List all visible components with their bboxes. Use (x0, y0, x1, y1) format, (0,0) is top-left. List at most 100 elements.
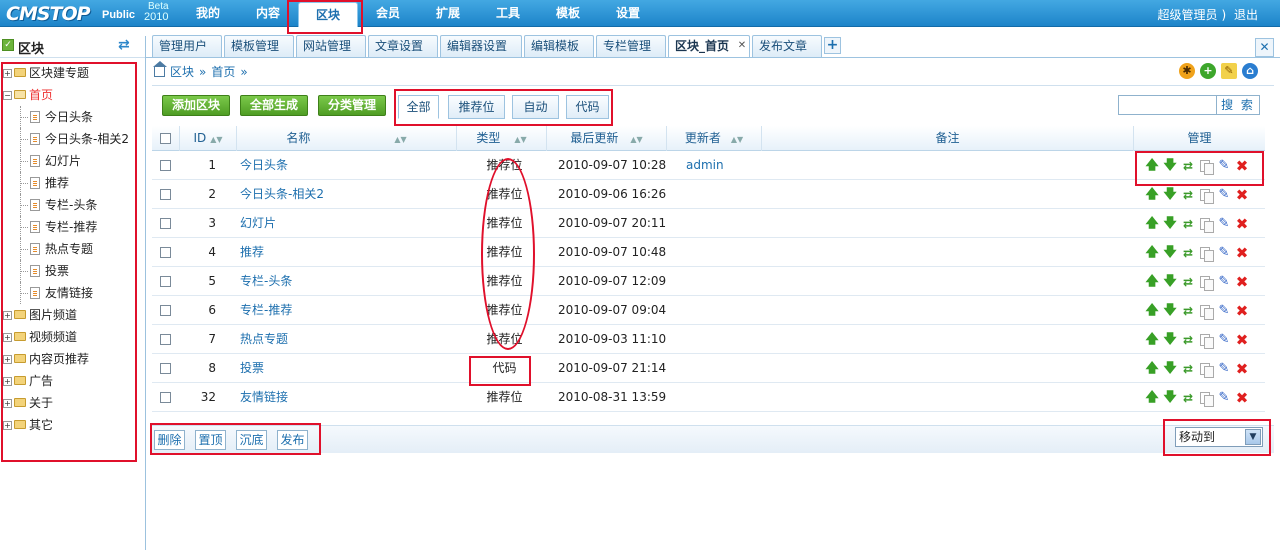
expand-icon[interactable]: + (3, 311, 12, 320)
nav-block[interactable]: 区块 (298, 2, 358, 27)
publish-button[interactable]: 发布 (277, 430, 308, 450)
nav-tools[interactable]: 工具 (478, 0, 538, 27)
tab-column-manage[interactable]: 专栏管理 (596, 35, 666, 58)
arrow-down-icon[interactable]: 🡇 (1162, 274, 1178, 290)
tree-folder[interactable]: + 关于 (0, 392, 146, 414)
nav-my[interactable]: 我的 (178, 0, 238, 27)
arrow-up-icon[interactable]: 🡅 (1144, 390, 1160, 406)
home-circle-icon[interactable]: ⌂ (1242, 63, 1258, 79)
tree-leaf[interactable]: 专栏-推荐 (0, 216, 146, 238)
edit-icon[interactable]: ✎ (1216, 216, 1232, 232)
delete-button[interactable]: 删除 (154, 430, 185, 450)
breadcrumb-block[interactable]: 区块 (170, 65, 194, 79)
tab-template-manage[interactable]: 模板管理 (224, 35, 294, 58)
delete-icon[interactable]: ✖ (1234, 216, 1250, 232)
sink-bottom-button[interactable]: 沉底 (236, 430, 267, 450)
expand-icon[interactable]: + (3, 421, 12, 430)
expand-icon[interactable]: + (3, 355, 12, 364)
row-name-link[interactable]: 专栏-头条 (240, 267, 292, 296)
copy-icon[interactable] (1198, 187, 1214, 204)
copy-icon[interactable] (1198, 274, 1214, 291)
note-icon[interactable]: ✎ (1221, 63, 1237, 79)
close-tabs-icon[interactable]: ✕ (1255, 38, 1274, 57)
col-updater[interactable]: 更新者 ▲▼ (667, 126, 762, 151)
row-checkbox[interactable] (160, 160, 171, 171)
refresh-icon[interactable]: ⇄ (1180, 158, 1196, 174)
delete-icon[interactable]: ✖ (1234, 187, 1250, 203)
filter-all[interactable]: 全部 (398, 95, 439, 119)
copy-icon[interactable] (1198, 303, 1214, 320)
nav-extend[interactable]: 扩展 (418, 0, 478, 27)
filter-recommend[interactable]: 推荐位 (448, 95, 505, 119)
tree-leaf[interactable]: 幻灯片 (0, 150, 146, 172)
arrow-down-icon[interactable]: 🡇 (1162, 158, 1178, 174)
edit-icon[interactable]: ✎ (1216, 361, 1232, 377)
delete-icon[interactable]: ✖ (1234, 361, 1250, 377)
row-checkbox[interactable] (160, 305, 171, 316)
tab-edit-template[interactable]: 编辑模板 (524, 35, 594, 58)
delete-icon[interactable]: ✖ (1234, 274, 1250, 290)
expand-icon[interactable]: + (3, 333, 12, 342)
row-name-link[interactable]: 今日头条-相关2 (240, 180, 324, 209)
tab-manage-users[interactable]: 管理用户 (152, 35, 222, 58)
tree-folder[interactable]: + 图片频道 (0, 304, 146, 326)
nav-content[interactable]: 内容 (238, 0, 298, 27)
row-checkbox[interactable] (160, 189, 171, 200)
tab-editor-settings[interactable]: 编辑器设置 (440, 35, 522, 58)
row-updater[interactable]: admin (686, 151, 724, 180)
row-checkbox[interactable] (160, 218, 171, 229)
refresh-icon[interactable]: ⇄ (1180, 216, 1196, 232)
copy-icon[interactable] (1198, 361, 1214, 378)
row-name-link[interactable]: 幻灯片 (240, 209, 276, 238)
nav-member[interactable]: 会员 (358, 0, 418, 27)
add-block-button[interactable]: 添加区块 (162, 95, 231, 116)
edit-icon[interactable]: ✎ (1216, 303, 1232, 319)
add-tab-icon[interactable]: + (824, 37, 841, 54)
row-name-link[interactable]: 今日头条 (240, 151, 288, 180)
arrow-down-icon[interactable]: 🡇 (1162, 303, 1178, 319)
arrow-down-icon[interactable]: 🡇 (1162, 216, 1178, 232)
arrow-up-icon[interactable]: 🡅 (1144, 332, 1160, 348)
col-updated[interactable]: 最后更新 ▲▼ (547, 126, 667, 151)
tab-block-home[interactable]: 区块_首页 ✕ (668, 35, 750, 58)
delete-icon[interactable]: ✖ (1234, 303, 1250, 319)
row-name-link[interactable]: 专栏-推荐 (240, 296, 292, 325)
arrow-up-icon[interactable]: 🡅 (1144, 274, 1160, 290)
generate-all-button[interactable]: 全部生成 (240, 95, 309, 116)
refresh-icon[interactable]: ⇄ (1180, 390, 1196, 406)
expand-icon[interactable]: + (3, 399, 12, 408)
expand-icon[interactable]: + (3, 377, 12, 386)
copy-icon[interactable] (1198, 390, 1214, 407)
pin-top-button[interactable]: 置顶 (195, 430, 226, 450)
delete-icon[interactable]: ✖ (1234, 390, 1250, 406)
move-to-select[interactable]: 移动到 ▼ (1175, 427, 1263, 447)
arrow-up-icon[interactable]: 🡅 (1144, 216, 1160, 232)
add-icon[interactable]: + (1200, 63, 1216, 79)
search-input[interactable] (1118, 95, 1217, 115)
tree-leaf[interactable]: 热点专题 (0, 238, 146, 260)
arrow-down-icon[interactable]: 🡇 (1162, 390, 1178, 406)
arrow-up-icon[interactable]: 🡅 (1144, 245, 1160, 261)
copy-icon[interactable] (1198, 158, 1214, 175)
col-name[interactable]: 名称 ▲▼ (237, 126, 457, 151)
tree-leaf[interactable]: 专栏-头条 (0, 194, 146, 216)
col-type[interactable]: 类型 ▲▼ (457, 126, 547, 151)
arrow-down-icon[interactable]: 🡇 (1162, 187, 1178, 203)
filter-auto[interactable]: 自动 (512, 95, 559, 119)
expand-icon[interactable]: + (3, 69, 12, 78)
tree-folder[interactable]: + 视频频道 (0, 326, 146, 348)
nav-template[interactable]: 模板 (538, 0, 598, 27)
arrow-down-icon[interactable]: 🡇 (1162, 361, 1178, 377)
close-icon[interactable]: ✕ (737, 41, 747, 51)
tree-folder[interactable]: + 广告 (0, 370, 146, 392)
row-name-link[interactable]: 投票 (240, 354, 264, 383)
edit-icon[interactable]: ✎ (1216, 187, 1232, 203)
select-all-checkbox[interactable] (160, 133, 171, 144)
copy-icon[interactable] (1198, 245, 1214, 262)
tab-site-manage[interactable]: 网站管理 (296, 35, 366, 58)
delete-icon[interactable]: ✖ (1234, 158, 1250, 174)
tree-folder[interactable]: − 首页 (0, 84, 146, 106)
arrow-up-icon[interactable]: 🡅 (1144, 361, 1160, 377)
delete-icon[interactable]: ✖ (1234, 245, 1250, 261)
arrow-up-icon[interactable]: 🡅 (1144, 187, 1160, 203)
